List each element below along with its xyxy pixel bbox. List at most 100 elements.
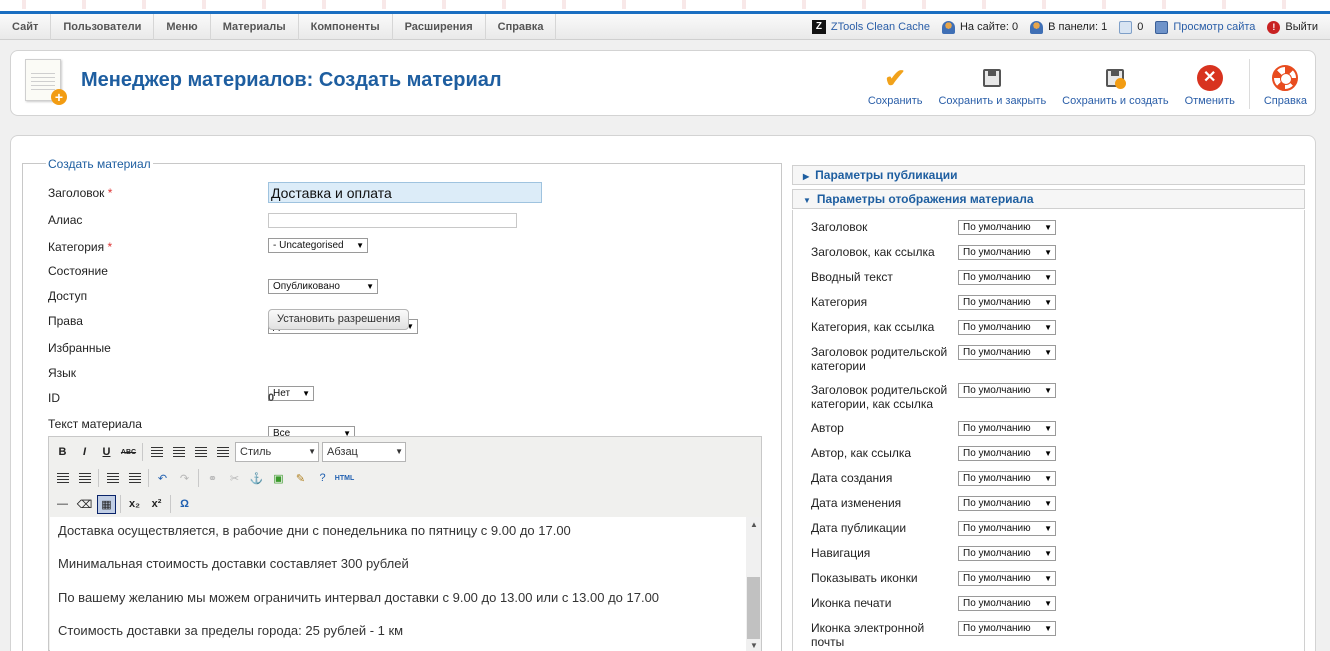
toolbar-separator (98, 469, 99, 487)
publishing-options-panel[interactable]: ▶ Параметры публикации (792, 165, 1305, 185)
editor-scrollbar[interactable]: ▲ ▼ (746, 517, 761, 651)
align-left-button[interactable] (147, 443, 166, 462)
menu-menus[interactable]: Меню (154, 14, 211, 40)
state-select[interactable]: Опубликовано (268, 279, 378, 294)
ztools-icon: Z (811, 20, 826, 34)
help-button[interactable]: Справка (1256, 51, 1315, 107)
option-select[interactable]: По умолчанию (958, 496, 1056, 511)
option-select[interactable]: По умолчанию (958, 245, 1056, 260)
redo-button[interactable]: ↷ (175, 469, 194, 488)
logout-link[interactable]: ! Выйти (1267, 20, 1318, 34)
alias-input[interactable] (268, 213, 517, 228)
remove-format-button[interactable]: ⌫ (75, 495, 94, 514)
option-select[interactable]: По умолчанию (958, 383, 1056, 398)
unlink-button[interactable]: ✂ (225, 469, 244, 488)
subscript-button[interactable]: x₂ (125, 495, 144, 514)
format-select[interactable]: Абзац (322, 442, 406, 462)
option-select[interactable]: По умолчанию (958, 621, 1056, 636)
undo-button[interactable]: ↶ (153, 469, 172, 488)
option-select[interactable]: По умолчанию (958, 421, 1056, 436)
option-select[interactable]: По умолчанию (958, 546, 1056, 561)
strikethrough-button[interactable]: ABC (119, 443, 138, 462)
display-options-panel[interactable]: ▼ Параметры отображения материала (792, 189, 1305, 209)
messages-count[interactable]: 0 (1119, 20, 1143, 34)
toolbar-separator (198, 469, 199, 487)
category-label: Категория (48, 240, 105, 254)
horizontal-rule-button[interactable]: — (53, 495, 72, 514)
menu-components[interactable]: Компоненты (299, 14, 393, 40)
option-select[interactable]: По умолчанию (958, 270, 1056, 285)
anchor-button[interactable]: ⚓ (247, 469, 266, 488)
numbered-list-button[interactable] (75, 469, 94, 488)
anchor-icon: ⚓ (249, 472, 264, 485)
scroll-down-icon[interactable]: ▼ (750, 641, 758, 650)
align-justify-icon (216, 447, 229, 457)
menu-extensions[interactable]: Расширения (393, 14, 486, 40)
cancel-button[interactable]: ✕ Отменить (1177, 51, 1243, 107)
html-button[interactable]: HTML (335, 469, 354, 488)
option-select[interactable]: По умолчанию (958, 521, 1056, 536)
floppy-disk-icon (983, 69, 1002, 87)
broom-icon: ✎ (295, 472, 306, 485)
italic-button[interactable]: I (75, 443, 94, 462)
align-center-icon (172, 447, 185, 457)
option-select[interactable]: По умолчанию (958, 571, 1056, 586)
featured-select[interactable]: Нет (268, 386, 314, 401)
help-editor-button[interactable]: ? (313, 469, 332, 488)
option-select[interactable]: По умолчанию (958, 295, 1056, 310)
bold-button[interactable]: B (53, 443, 72, 462)
horizontal-rule-icon: — (57, 498, 68, 510)
special-char-button[interactable]: Ω (175, 495, 194, 514)
menu-help[interactable]: Справка (486, 14, 557, 40)
option-label: Дата создания (811, 471, 893, 485)
bullet-list-button[interactable] (53, 469, 72, 488)
indent-button[interactable] (125, 469, 144, 488)
save-close-label: Сохранить и закрыть (938, 95, 1047, 107)
align-justify-button[interactable] (213, 443, 232, 462)
omega-icon: Ω (180, 498, 189, 510)
option-label: Навигация (811, 546, 871, 560)
set-permissions-button[interactable]: Установить разрешения (268, 309, 410, 330)
align-right-button[interactable] (191, 443, 210, 462)
category-select[interactable]: - Uncategorised (268, 238, 368, 253)
scrollbar-thumb[interactable] (747, 577, 760, 639)
save-new-button[interactable]: Сохранить и создать (1054, 51, 1176, 107)
superscript-button[interactable]: x² (147, 495, 166, 514)
outdent-button[interactable] (103, 469, 122, 488)
scroll-up-icon[interactable]: ▲ (750, 520, 758, 529)
indent-icon (128, 473, 141, 483)
underline-button[interactable]: U (97, 443, 116, 462)
featured-label: Избранные (48, 341, 111, 355)
toolbar-separator (170, 495, 171, 513)
display-options-title: Параметры отображения материала (816, 192, 1034, 206)
menu-site[interactable]: Сайт (0, 14, 52, 40)
style-select[interactable]: Стиль (235, 442, 319, 462)
option-select[interactable]: По умолчанию (958, 471, 1056, 486)
editor-toolbar-row-2: ↶ ↷ ⚭ ✂ ⚓ ▣ ✎ ? HTML (53, 467, 357, 489)
top-decor-strip (0, 0, 1330, 14)
option-select[interactable]: По умолчанию (958, 345, 1056, 360)
option-select[interactable]: По умолчанию (958, 320, 1056, 335)
link-button[interactable]: ⚭ (203, 469, 222, 488)
align-center-button[interactable] (169, 443, 188, 462)
option-select[interactable]: По умолчанию (958, 220, 1056, 235)
cleanup-button[interactable]: ✎ (291, 469, 310, 488)
save-close-button[interactable]: Сохранить и закрыть (930, 51, 1054, 107)
clean-cache-link[interactable]: Z ZTools Clean Cache (811, 20, 930, 34)
option-label: Дата публикации (811, 521, 907, 535)
logout-icon: ! (1267, 20, 1281, 34)
link-icon: ⚭ (207, 472, 218, 485)
option-label: Категория (811, 295, 868, 309)
visual-aid-button[interactable]: ▦ (97, 494, 116, 514)
menu-content[interactable]: Материалы (211, 14, 299, 40)
users-icon (941, 20, 955, 34)
menu-users[interactable]: Пользователи (51, 14, 155, 40)
editor-content[interactable]: Доставка осуществляется, в рабочие дни с… (50, 517, 746, 651)
title-input[interactable] (268, 182, 542, 203)
option-select[interactable]: По умолчанию (958, 446, 1056, 461)
option-select[interactable]: По умолчанию (958, 596, 1056, 611)
option-label: Заголовок родительской категории (811, 345, 948, 373)
save-button[interactable]: ✔ Сохранить (860, 51, 931, 107)
image-button[interactable]: ▣ (269, 469, 288, 488)
view-site-link[interactable]: Просмотр сайта (1155, 20, 1255, 34)
